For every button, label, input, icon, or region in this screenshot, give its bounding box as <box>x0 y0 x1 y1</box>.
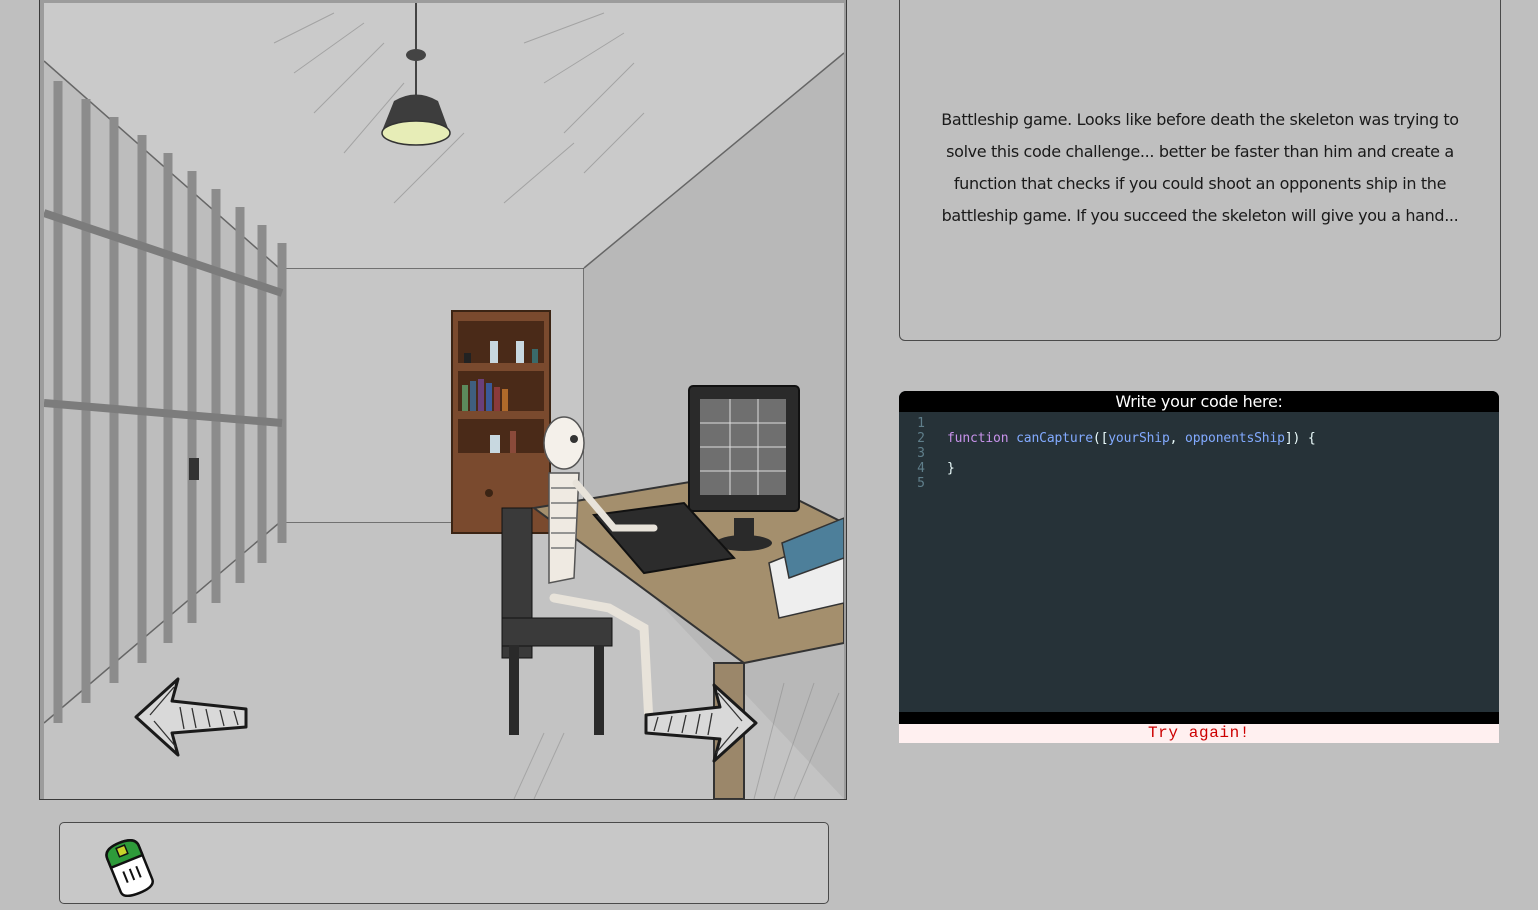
code-line[interactable]: 3 <box>899 446 1499 461</box>
story-panel: Battleship game. Looks like before death… <box>899 0 1501 341</box>
game-scene[interactable] <box>39 0 847 800</box>
line-number: 1 <box>917 416 925 431</box>
editor-footer <box>899 712 1499 724</box>
param-token: opponentsShip <box>1185 431 1285 446</box>
inventory-bar <box>59 822 829 904</box>
keyword-token: function <box>947 431 1009 446</box>
line-content[interactable]: } <box>947 461 955 476</box>
story-text: Battleship game. Looks like before death… <box>941 109 1459 225</box>
code-input-area[interactable]: 1 2 function canCapture([yourShip, oppon… <box>899 412 1499 712</box>
line-content[interactable]: function canCapture([yourShip, opponents… <box>947 431 1316 446</box>
punctuation-token: ]) { <box>1284 431 1316 446</box>
arrow-left-icon[interactable] <box>130 675 254 759</box>
mouse-icon[interactable] <box>98 837 160 898</box>
arrow-right-icon[interactable] <box>638 681 762 765</box>
code-line[interactable]: 4 } <box>899 461 1499 476</box>
line-number: 3 <box>917 446 925 461</box>
code-editor[interactable]: Write your code here: 1 2 function canCa… <box>899 391 1499 724</box>
result-message: Try again! <box>899 724 1499 743</box>
param-token: yourShip <box>1108 431 1170 446</box>
line-number: 2 <box>917 431 925 446</box>
code-line[interactable]: 5 <box>899 476 1499 491</box>
line-number: 4 <box>917 461 925 476</box>
code-line[interactable]: 1 <box>899 416 1499 431</box>
function-name-token: canCapture <box>1016 431 1093 446</box>
separator-token: , <box>1169 431 1186 446</box>
code-line[interactable]: 2 function canCapture([yourShip, opponen… <box>899 431 1499 446</box>
line-number: 5 <box>917 476 925 491</box>
punctuation-token: ([ <box>1092 431 1109 446</box>
editor-header: Write your code here: <box>899 391 1499 412</box>
